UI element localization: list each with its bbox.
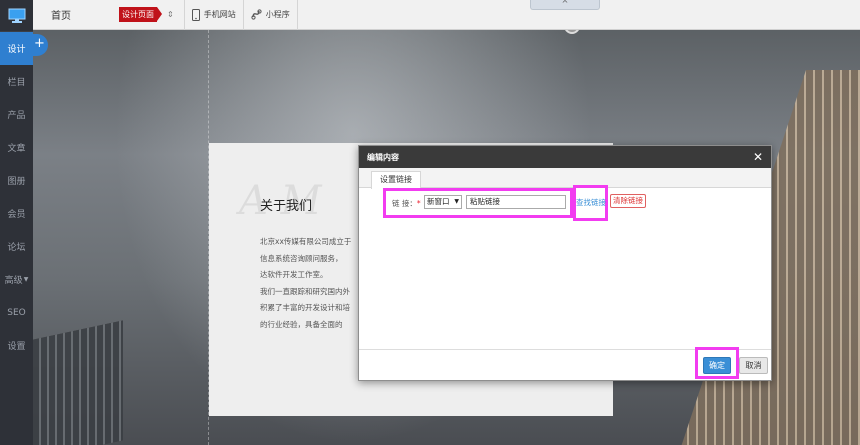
nav-item-forum[interactable]: 论坛 [0,230,33,263]
edit-content-dialog: 编辑内容 ✕ 设置链接 链 接：* 新窗口 ▼ 粘贴链接 查找链接 清除链接 确定… [358,145,772,381]
dialog-footer: 确定 取消 [359,347,771,380]
collapse-toggle[interactable]: ^ [530,0,600,10]
caret-down-icon: ▼ [23,276,29,283]
mobile-site-button[interactable]: 手机网站 [185,0,243,30]
dialog-tabs: 设置链接 [359,168,771,189]
ok-button[interactable]: 确定 [703,357,731,374]
nav-item-advanced[interactable]: 高级 ▼ [0,263,33,296]
nav-item-design[interactable]: 设计 [0,32,33,65]
top-toolbar: 首页 设计页面 ⇕ 手机网站 小程序 ^ [33,0,860,30]
monitor-icon[interactable] [0,0,33,32]
dropdown-arrow-icon: ▼ [454,198,459,205]
page-badge[interactable]: 设计页面 [119,7,162,22]
close-icon[interactable]: ✕ [753,150,763,164]
nav-item-articles[interactable]: 文章 [0,131,33,164]
nav-item-seo[interactable]: SEO [0,296,33,329]
dialog-body: 链 接：* 新窗口 ▼ 粘贴链接 查找链接 清除链接 [359,185,771,350]
toolbar-divider [296,0,298,30]
cancel-button[interactable]: 取消 [739,357,768,374]
left-nav: 设计 栏目 产品 文章 图册 会员 论坛 高级 ▼ SEO 设置 [0,0,33,445]
mini-program-label: 小程序 [265,10,290,19]
link-url-input[interactable]: 粘贴链接 [466,195,566,209]
phone-icon [191,8,200,21]
about-title: 关于我们 [260,199,313,214]
target-window-select[interactable]: 新窗口 ▼ [424,195,462,209]
tab-set-link[interactable]: 设置链接 [371,171,421,189]
required-mark: * [416,199,421,208]
find-link-button[interactable]: 查找链接 [576,197,606,208]
updown-icon[interactable]: ⇕ [167,10,174,19]
nav-item-columns[interactable]: 栏目 [0,65,33,98]
link-label: 链 接：* [392,199,421,208]
mobile-site-label: 手机网站 [203,10,236,19]
nav-item-albums[interactable]: 图册 [0,164,33,197]
home-tab[interactable]: 首页 [33,7,89,22]
dialog-header: 编辑内容 ✕ [359,146,771,168]
nav-item-settings[interactable]: 设置 [0,329,33,362]
nav-item-products[interactable]: 产品 [0,98,33,131]
building-left-image [33,320,123,445]
mini-program-button[interactable]: 小程序 [244,0,297,30]
clear-link-button[interactable]: 清除链接 [610,194,646,208]
mini-program-icon [251,9,262,20]
dialog-title: 编辑内容 [367,152,399,162]
nav-item-members[interactable]: 会员 [0,197,33,230]
